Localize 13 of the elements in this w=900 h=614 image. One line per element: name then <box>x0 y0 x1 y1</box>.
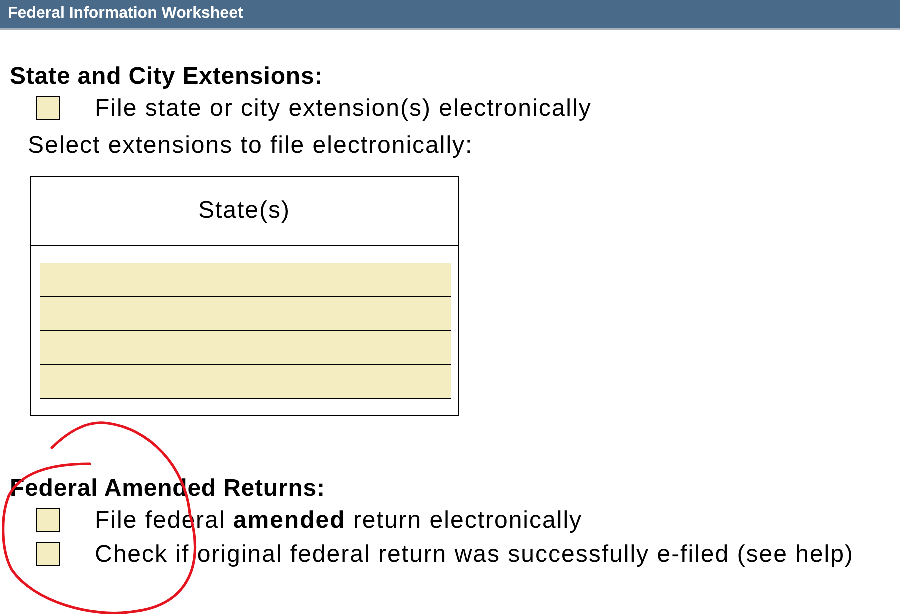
input-field[interactable] <box>40 365 451 399</box>
section-heading: State and City Extensions: <box>10 63 324 91</box>
input-field[interactable] <box>40 331 451 365</box>
checkbox[interactable] <box>36 96 60 120</box>
checkbox-label: File state or city extension(s) electronically <box>95 94 592 123</box>
input-field[interactable] <box>40 263 451 297</box>
checkbox[interactable] <box>36 542 60 566</box>
checkbox[interactable] <box>36 508 60 532</box>
checkbox-label: Check if original federal return was successfully e-filed (see help) <box>95 540 854 569</box>
input-field[interactable] <box>40 297 451 331</box>
title-bar: Federal Information Worksheet <box>0 0 900 28</box>
instruction-text: Select extensions to file electronically: <box>27 131 474 161</box>
column-header: State(s) <box>198 197 291 225</box>
